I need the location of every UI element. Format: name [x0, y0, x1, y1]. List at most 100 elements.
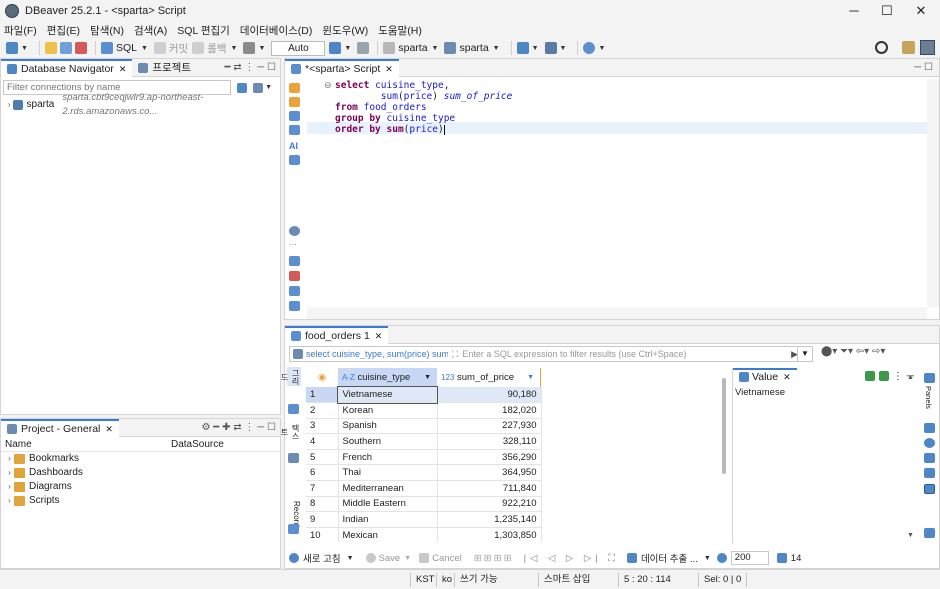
cell-sum-of-price[interactable]: 1,303,850 [437, 527, 542, 542]
expand-chevron-icon[interactable]: › [5, 480, 14, 494]
table-row[interactable]: 5 French 356,290 [306, 449, 542, 466]
cell-cuisine-type[interactable]: Vietnamese [337, 386, 438, 404]
transaction-log-icon[interactable] [329, 42, 342, 54]
row-number[interactable]: 3 [306, 418, 339, 435]
table-row[interactable]: 8 Middle Eastern 922,210 [306, 496, 542, 513]
view-menu-icons[interactable]: ━ ⇄ ⋮ ─ ☐ [224, 62, 276, 73]
tab-projects[interactable]: 프로젝트 [132, 59, 197, 77]
code-line[interactable]: sum(price) sum_of_price [335, 91, 513, 102]
close-icon[interactable]: ✕ [783, 370, 791, 384]
sql-code[interactable]: select cuisine_type, sum(price) sum_of_p… [335, 80, 512, 135]
cell-sum-of-price[interactable]: 182,020 [437, 402, 542, 419]
chevron-down-icon[interactable]: ▼ [560, 45, 567, 52]
row-number[interactable]: 6 [306, 464, 339, 482]
menu-file[interactable]: 파일(F) [4, 23, 37, 38]
auto-commit-box[interactable]: Auto [271, 40, 326, 56]
code-area[interactable]: ⊖ select cuisine_type, sum(price) sum_of… [307, 79, 927, 307]
minimize-button[interactable]: ─ [837, 0, 871, 22]
row-number[interactable]: 2 [306, 402, 339, 419]
fetch-all-icon[interactable] [776, 553, 787, 563]
close-icon[interactable]: ✕ [375, 327, 383, 345]
chevron-down-icon[interactable]: ▼ [344, 45, 351, 52]
dbeaver-perspective-icon[interactable] [920, 40, 935, 55]
panels-label[interactable]: Panels [924, 386, 933, 409]
tab-project-general[interactable]: Project - General ✕ [1, 418, 119, 438]
auto-apply-icon[interactable] [878, 371, 889, 381]
invalidate-icon[interactable] [59, 42, 72, 54]
cell-cuisine-type[interactable]: French [338, 449, 438, 466]
fetch-size-input[interactable]: 200 [730, 551, 769, 565]
connect-icon[interactable] [44, 42, 57, 54]
editor-window-controls[interactable]: ─ ☐ [914, 62, 933, 73]
chevron-down-icon[interactable]: ▼ [532, 45, 539, 52]
cell-sum-of-price[interactable]: 356,290 [437, 449, 542, 466]
sitemap-icon[interactable] [544, 42, 557, 54]
row-number[interactable]: 8 [306, 496, 339, 513]
page-navigation-icons[interactable]: |◁ ◁ ▷ ▷| ⛶ [524, 553, 619, 564]
outline-icon[interactable] [289, 155, 300, 165]
menu-window[interactable]: 윈도우(W) [322, 23, 368, 38]
cell-sum-of-price[interactable]: 227,930 [437, 418, 542, 435]
row-number[interactable]: 9 [306, 511, 339, 528]
ai-assistant-icon[interactable]: AI [289, 141, 298, 151]
expand-icon[interactable]: ⛶ [452, 349, 458, 360]
column-header-name[interactable]: Name [1, 437, 169, 451]
table-row[interactable]: 10 Mexican 1,303,850 [306, 527, 542, 542]
value-viewer-icon[interactable] [924, 484, 935, 494]
sort-chevron-icon[interactable]: ▼ [527, 368, 534, 387]
chevron-down-icon[interactable]: ▼ [21, 45, 28, 52]
close-icon[interactable]: ✕ [385, 60, 393, 78]
sort-chevron-icon[interactable]: ▼ [424, 368, 431, 387]
table-row[interactable]: 9 Indian 1,235,140 [306, 511, 542, 528]
chevron-down-icon[interactable]: ▼ [231, 45, 238, 52]
perspective-icon[interactable] [902, 41, 915, 54]
code-line[interactable]: group by cuisine_type [335, 113, 512, 124]
sql-button[interactable]: SQL [116, 42, 137, 54]
table-row[interactable]: 6 Thai 364,950 [306, 464, 542, 482]
collapse-panels-icon[interactable] [924, 528, 935, 538]
table-row[interactable]: 3 Spanish 227,930 [306, 418, 542, 435]
filter-actions[interactable]: ⬤▾ ⏷▾ ⇦▾ ⇨▾ [821, 346, 885, 357]
panels-toggle-icon[interactable] [924, 373, 935, 383]
cell-sum-of-price[interactable]: 922,210 [437, 496, 542, 513]
chevron-down-icon[interactable]: ▼ [404, 555, 411, 562]
tab-database-navigator[interactable]: Database Navigator ✕ [1, 58, 133, 77]
record-icon[interactable] [288, 524, 299, 534]
cancel-button[interactable]: Cancel [432, 553, 462, 564]
fold-collapse-icon[interactable]: ⊖ [324, 80, 332, 91]
row-number[interactable]: 1 [306, 387, 339, 404]
commit-button[interactable]: 커밋 [169, 41, 188, 56]
cloud-icon[interactable] [516, 42, 529, 54]
more-icon[interactable]: ⋮ [893, 371, 903, 382]
column-header-datasource[interactable]: DataSource [169, 437, 224, 451]
status-locale[interactable]: ko [442, 573, 452, 587]
metadata-icon[interactable] [924, 423, 935, 433]
status-timezone[interactable]: KST [416, 573, 434, 587]
chevron-down-icon[interactable]: ▼ [265, 84, 272, 91]
cell-sum-of-price[interactable]: 711,840 [437, 480, 542, 497]
menu-help[interactable]: 도움말(H) [378, 23, 422, 38]
cell-sum-of-price[interactable]: 90,180 [437, 387, 542, 404]
chevron-down-icon[interactable]: ▼ [258, 45, 265, 52]
scroll-down-icon[interactable]: ▼ [907, 532, 914, 539]
tab-sparta-script[interactable]: *<sparta> Script ✕ [285, 58, 399, 78]
grid-vertical-scrollbar[interactable] [722, 378, 726, 474]
chevron-down-icon[interactable]: ▼ [598, 45, 605, 52]
close-icon[interactable]: ✕ [105, 420, 113, 438]
table-row[interactable]: 7 Mediterranean 711,840 [306, 480, 542, 497]
calc-icon[interactable] [924, 453, 935, 463]
cell-cuisine-type[interactable]: Southern [338, 433, 438, 450]
row-number[interactable]: 7 [306, 480, 339, 497]
lock-icon[interactable] [357, 42, 370, 54]
chevron-down-icon[interactable]: ▼ [704, 555, 711, 562]
cell-cuisine-type[interactable]: Thai [338, 464, 438, 482]
code-line[interactable]: order by sum(price) [335, 124, 512, 135]
project-tree-item[interactable]: › Diagrams [1, 480, 280, 494]
global-search-icon[interactable] [875, 41, 888, 54]
column-header-cuisine-type[interactable]: A-Z cuisine_type ▼ [338, 368, 437, 387]
refresh-icon[interactable] [289, 553, 299, 563]
new-connection-icon[interactable] [6, 42, 18, 54]
cell-cuisine-type[interactable]: Mexican [338, 527, 438, 542]
expand-chevron-icon[interactable]: › [5, 494, 14, 508]
save-value-icon[interactable] [864, 371, 875, 381]
